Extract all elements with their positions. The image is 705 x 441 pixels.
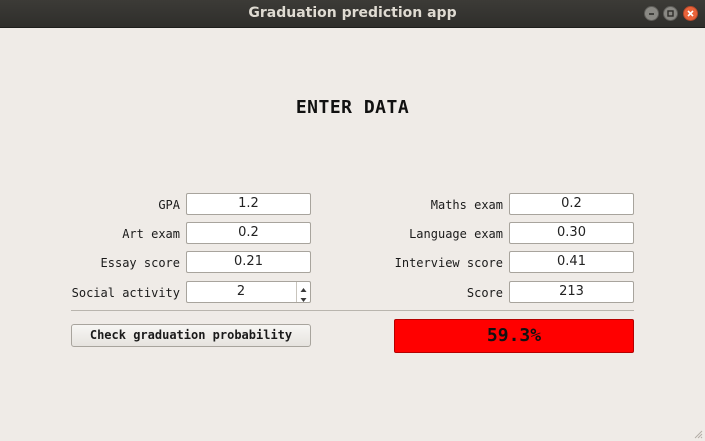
result-display: 59.3% [394,319,634,353]
spin-up-button[interactable] [297,282,310,292]
page-title: ENTER DATA [295,97,410,118]
resize-grip-icon[interactable] [693,429,703,439]
language-exam-label: Language exam [409,227,503,241]
maths-exam-input[interactable]: 0.2 [509,193,634,215]
window-title: Graduation prediction app [248,5,457,21]
minimize-button[interactable] [644,6,659,21]
language-exam-input[interactable]: 0.30 [509,222,634,244]
art-exam-input[interactable]: 0.2 [186,222,311,244]
social-activity-value: 2 [236,284,246,299]
maximize-icon [667,10,674,17]
essay-score-label: Essay score [100,256,180,270]
separator-line [71,310,634,311]
spin-down-button[interactable] [297,292,310,302]
social-activity-spinbox[interactable]: 2 [186,281,311,303]
interview-score-input[interactable]: 0.41 [509,251,634,273]
score-input[interactable]: 213 [509,281,634,303]
close-button[interactable] [683,6,698,21]
gpa-input[interactable]: 1.2 [186,193,311,215]
art-exam-label: Art exam [122,227,180,241]
social-activity-label: Social activity [71,286,180,300]
essay-score-input[interactable]: 0.21 [186,251,311,273]
check-graduation-probability-button[interactable]: Check graduation probability [71,324,311,347]
score-label: Score [466,286,503,300]
minimize-icon [649,13,654,15]
title-bar: Graduation prediction app [0,0,705,28]
spin-arrows [296,282,310,302]
maths-exam-label: Maths exam [430,198,503,212]
close-icon [687,10,694,17]
spin-down-icon [300,298,307,302]
interview-score-label: Interview score [394,256,503,270]
maximize-button[interactable] [663,6,678,21]
gpa-label: GPA [158,198,180,212]
